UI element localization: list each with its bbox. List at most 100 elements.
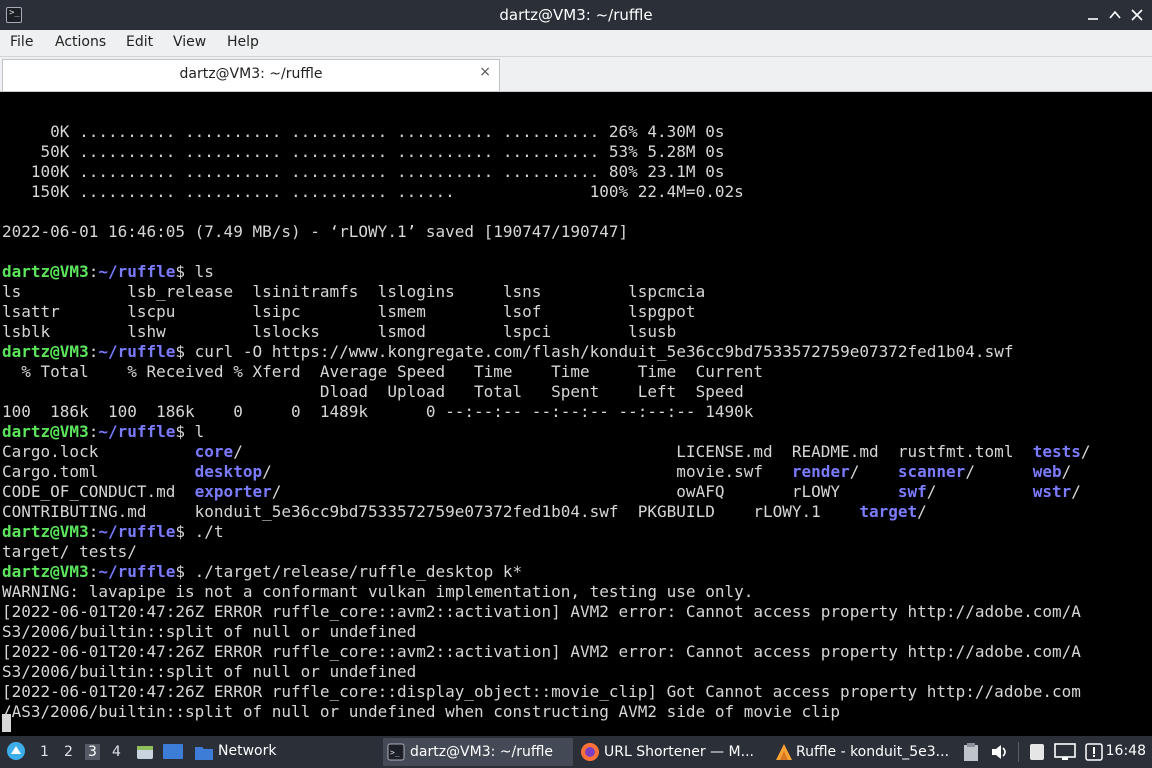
- places-network-label[interactable]: Network: [218, 743, 276, 759]
- terminal-path-text: ~/ruffle: [98, 422, 176, 441]
- menu-actions[interactable]: Actions: [55, 34, 106, 50]
- task-ruffle-label: Ruffle - konduit_5e3...: [796, 744, 950, 760]
- terminal-text: 100 186k 100 186k 0 0 1489k 0 --:--:-- -…: [2, 402, 754, 421]
- task-terminal-label: dartz@VM3: ~/ruffle: [410, 744, 554, 760]
- terminal-line: lsblk lshw lslocks lsmod lspci lsusb: [2, 322, 676, 342]
- minimize-button[interactable]: [1082, 4, 1104, 26]
- maximize-icon: [1109, 10, 1121, 19]
- show-desktop-button[interactable]: [162, 742, 184, 766]
- terminal-dir-text: desktop: [194, 462, 263, 481]
- terminal-text: /: [917, 502, 927, 521]
- tray-separator: [1018, 742, 1019, 762]
- task-ruffle[interactable]: Ruffle - konduit_5e3...: [770, 738, 955, 766]
- workspace-4[interactable]: 4: [112, 744, 121, 760]
- terminal-text: /: [1071, 482, 1081, 501]
- terminal-text: CODE_OF_CONDUCT.md: [2, 482, 195, 501]
- ruffle-icon: [776, 744, 792, 760]
- menu-view[interactable]: View: [173, 34, 206, 50]
- terminal-text: :: [88, 342, 99, 361]
- terminal-line: CODE_OF_CONDUCT.md exporter/ owAFQ rLOWY…: [2, 482, 1081, 502]
- terminal-icon: >_: [387, 743, 405, 761]
- terminal-text: Cargo.toml: [2, 462, 195, 481]
- workspace-3[interactable]: 3: [85, 744, 100, 760]
- tray-notes[interactable]: [1028, 742, 1046, 766]
- terminal-user-text: dartz@VM3: [2, 562, 89, 581]
- terminal-text: S3/2006/builtin::split of null or undefi…: [2, 622, 417, 641]
- terminal-text: Cargo.lock: [2, 442, 195, 461]
- terminal-line: 100K .......... .......... .......... ..…: [2, 162, 725, 182]
- task-firefox-label: URL Shortener — M...: [604, 744, 754, 760]
- tab-bar: dartz@VM3: ~/ruffle ×: [0, 57, 1152, 92]
- clock[interactable]: 16:48: [1106, 743, 1146, 759]
- terminal-output[interactable]: 0K .......... .......... .......... ....…: [2, 92, 1150, 736]
- terminal-text: 50K .......... .......... .......... ...…: [2, 142, 725, 161]
- notification-icon: [1085, 743, 1103, 761]
- terminal-text: WARNING: lavapipe is not a conformant vu…: [2, 582, 754, 601]
- terminal-dir-text: tests: [1032, 442, 1081, 461]
- app-menu-button[interactable]: [6, 741, 26, 765]
- close-button[interactable]: [1126, 4, 1148, 26]
- terminal-line: S3/2006/builtin::split of null or undefi…: [2, 662, 416, 682]
- tab-label: dartz@VM3: ~/ruffle: [179, 66, 323, 82]
- places-network[interactable]: [194, 742, 214, 766]
- terminal-text: :: [88, 422, 99, 441]
- terminal-text: % Total % Received % Xferd Average Speed…: [2, 362, 763, 381]
- terminal-text: S3/2006/builtin::split of null or undefi…: [2, 662, 417, 681]
- task-firefox[interactable]: URL Shortener — M...: [576, 738, 766, 766]
- terminal-dir-text: wstr: [1032, 482, 1072, 501]
- file-manager-launcher[interactable]: [135, 742, 155, 766]
- task-terminal[interactable]: >_ dartz@VM3: ~/ruffle: [383, 738, 573, 766]
- terminal-text: 2022-06-01 16:46:05 (7.49 MB/s) - ‘rLOWY…: [2, 222, 629, 241]
- terminal-line: WARNING: lavapipe is not a conformant vu…: [2, 582, 753, 602]
- minimize-icon: [1088, 18, 1098, 20]
- tray-notifications[interactable]: [1084, 742, 1104, 766]
- terminal-line: dartz@VM3:~/ruffle$ ls: [2, 262, 214, 282]
- tray-clipboard[interactable]: [962, 742, 980, 766]
- terminal-line: /AS3/2006/builtin::split of null or unde…: [2, 702, 840, 722]
- terminal-text: :: [88, 562, 99, 581]
- terminal-path-text: ~/ruffle: [98, 522, 176, 541]
- close-icon: [1131, 9, 1143, 21]
- terminal-cursor: [2, 714, 11, 732]
- terminal-line: 0K .......... .......... .......... ....…: [2, 122, 724, 142]
- terminal-user-text: dartz@VM3: [2, 422, 89, 441]
- terminal-line: Dload Upload Total Spent Left Speed: [2, 382, 744, 402]
- terminal-text: / owAFQ rLOWY: [271, 482, 898, 501]
- terminal-text: /: [965, 462, 1033, 481]
- desktop-icon: [163, 744, 183, 759]
- svg-text:>_: >_: [390, 748, 400, 757]
- folder-stack-icon: [137, 746, 153, 759]
- clipboard-icon: [964, 743, 978, 761]
- terminal-line: dartz@VM3:~/ruffle$ l: [2, 422, 204, 442]
- terminal-dir-text: core: [194, 442, 234, 461]
- terminal-line: Cargo.toml desktop/ movie.swf render/ sc…: [2, 462, 1071, 482]
- terminal-text: CONTRIBUTING.md konduit_5e36cc9bd7533572…: [2, 502, 860, 521]
- menu-file[interactable]: File: [10, 34, 33, 50]
- menu-help[interactable]: Help: [227, 34, 259, 50]
- tab-close-icon[interactable]: ×: [479, 64, 491, 80]
- note-icon: [1030, 744, 1044, 760]
- workspace-1[interactable]: 1: [40, 744, 49, 760]
- terminal-dir-text: target: [859, 502, 918, 521]
- terminal-text: [2022-06-01T20:47:26Z ERROR ruffle_core:…: [2, 602, 1081, 621]
- tray-volume[interactable]: [990, 742, 1010, 766]
- workspace-2[interactable]: 2: [64, 744, 73, 760]
- window-titlebar[interactable]: >_ dartz@VM3: ~/ruffle: [0, 0, 1152, 30]
- terminal-text: :: [88, 522, 99, 541]
- maximize-button[interactable]: [1104, 4, 1126, 26]
- terminal-text: $ ./target/release/ruffle_desktop k*: [175, 562, 523, 581]
- terminal-line: Cargo.lock core/ LICENSE.md README.md ru…: [2, 442, 1091, 462]
- terminal-line: [2022-06-01T20:47:26Z ERROR ruffle_core:…: [2, 682, 1081, 702]
- menu-edit[interactable]: Edit: [126, 34, 153, 50]
- terminal-line: 2022-06-01 16:46:05 (7.49 MB/s) - ‘rLOWY…: [2, 222, 628, 242]
- tray-display[interactable]: [1054, 742, 1076, 766]
- terminal-line: [2022-06-01T20:47:26Z ERROR ruffle_core:…: [2, 642, 1081, 662]
- terminal-text: /: [849, 462, 898, 481]
- tab-terminal[interactable]: dartz@VM3: ~/ruffle ×: [2, 59, 500, 91]
- terminal-path-text: ~/ruffle: [98, 342, 176, 361]
- terminal-text: [2022-06-01T20:47:26Z ERROR ruffle_core:…: [2, 642, 1081, 661]
- start-menu-icon: [7, 742, 25, 760]
- terminal-text: :: [88, 262, 99, 281]
- terminal-dir-text: exporter: [194, 482, 272, 501]
- terminal-dir-text: render: [791, 462, 850, 481]
